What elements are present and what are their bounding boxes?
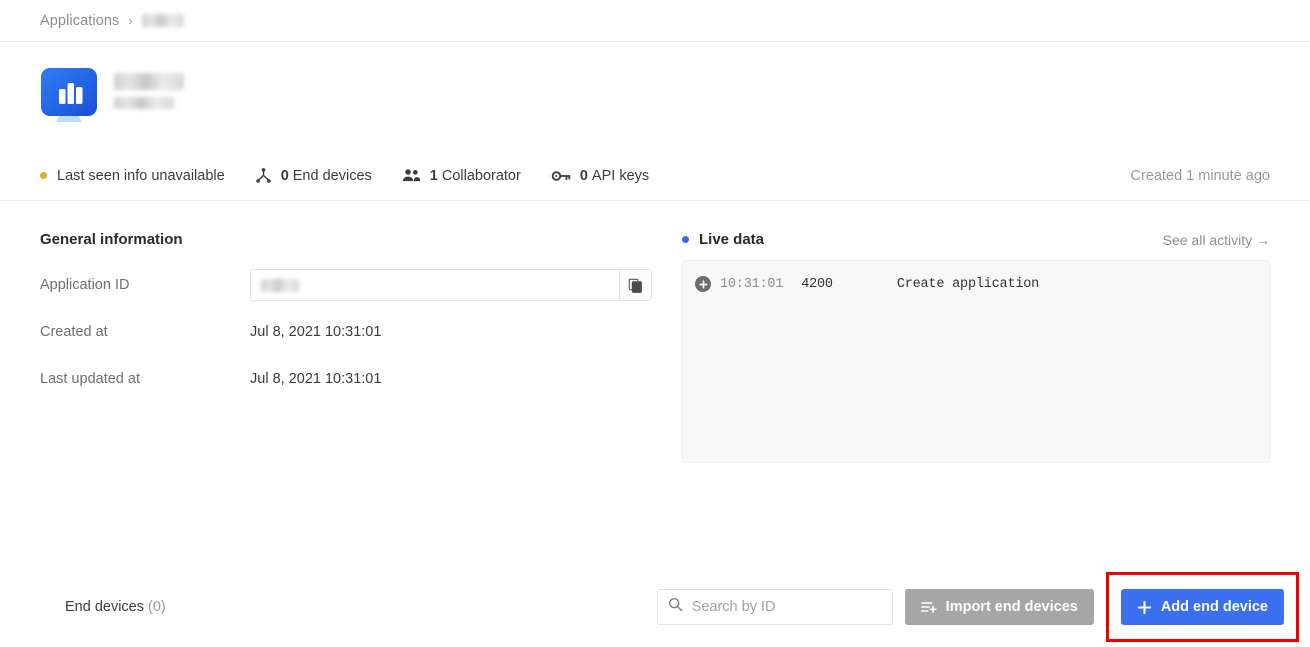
end-devices-label: End devices [292,167,372,184]
end-devices-count: 0 [280,167,289,184]
end-devices-toolbar: End devices (0) Import end devices [0,572,1310,642]
import-list-plus-icon [920,600,937,614]
live-data-list[interactable]: 10:31:01 4200 Create application [682,260,1270,463]
collaborators-people-icon [402,167,421,184]
breadcrumb-current-redacted [141,14,184,27]
api-keys-label: API keys [591,167,650,184]
created-timestamp: Created 1 minute ago [1130,167,1270,184]
breadcrumb: Applications › [0,0,1310,42]
end-devices-hierarchy-icon [255,167,272,184]
created-at-label: Created at [40,324,108,340]
breadcrumb-applications[interactable]: Applications [40,13,119,29]
general-information-title: General information [40,231,183,248]
status-last-seen-label: Last seen info unavailable [57,167,225,184]
application-subtitle-redacted [114,97,174,109]
live-data-status-dot-icon [682,236,689,243]
end-devices-section-count: (0) [148,599,166,615]
api-keys-count: 0 [579,167,588,184]
status-end-devices[interactable]: 0 End devices [255,167,372,184]
collaborators-label: Collaborator [441,167,521,184]
live-data-entry[interactable]: 10:31:01 4200 Create application [683,273,1269,295]
plus-circle-icon [695,276,711,292]
search-box[interactable] [656,589,893,625]
application-id-label: Application ID [40,277,130,293]
live-data-title: Live data [699,231,765,248]
created-at-value: Jul 8, 2021 10:31:01 [250,324,382,340]
application-title-row [40,67,1270,137]
import-end-devices-button[interactable]: Import end devices [904,589,1094,625]
live-data-header: Live data See all activity → [682,231,1270,248]
end-devices-section-title: End devices (0) [65,599,166,615]
application-header [0,42,1310,137]
info-row-last-updated-at: Last updated at Jul 8, 2021 10:31:01 [40,364,652,394]
live-data-panel: Live data See all activity → 10:31:01 42… [682,231,1270,463]
status-last-seen: Last seen info unavailable [40,168,225,184]
add-end-device-label: Add end device [1160,599,1268,615]
api-keys-key-icon [551,168,571,184]
collaborators-count: 1 [429,167,438,184]
breadcrumb-separator-icon: › [128,13,133,28]
application-name-block [114,67,184,109]
see-all-activity-link[interactable]: See all activity → [1163,232,1270,248]
application-id-field[interactable] [250,269,652,301]
application-id-redacted [261,278,299,292]
live-data-entry-description: Create application [896,276,1040,292]
plus-icon [1137,600,1152,615]
status-collaborators[interactable]: 1 Collaborator [402,167,521,184]
end-devices-section-label: End devices [65,599,144,615]
search-input[interactable] [691,599,882,615]
search-icon [668,597,683,617]
application-name-redacted [114,73,184,90]
copy-icon[interactable] [619,270,651,300]
info-row-application-id: Application ID [40,269,652,301]
live-data-entry-code: 4200 [801,276,833,292]
status-dot-icon [40,172,47,179]
info-row-created-at: Created at Jul 8, 2021 10:31:01 [40,317,652,347]
live-data-entry-time: 10:31:01 [720,276,784,292]
general-information-panel: General information Application ID Creat… [40,231,652,463]
last-updated-at-label: Last updated at [40,371,140,387]
application-id-value [251,270,619,300]
application-status-row: Last seen info unavailable 0 End devices… [0,151,1310,201]
status-api-keys[interactable]: 0 API keys [551,168,649,184]
highlight-annotation-box: Add end device [1105,572,1299,642]
last-updated-at-value: Jul 8, 2021 10:31:01 [250,371,382,387]
main-content: General information Application ID Creat… [0,231,1310,463]
application-monitor-chart-icon [40,67,98,129]
import-end-devices-label: Import end devices [945,599,1078,615]
add-end-device-button[interactable]: Add end device [1120,589,1284,625]
